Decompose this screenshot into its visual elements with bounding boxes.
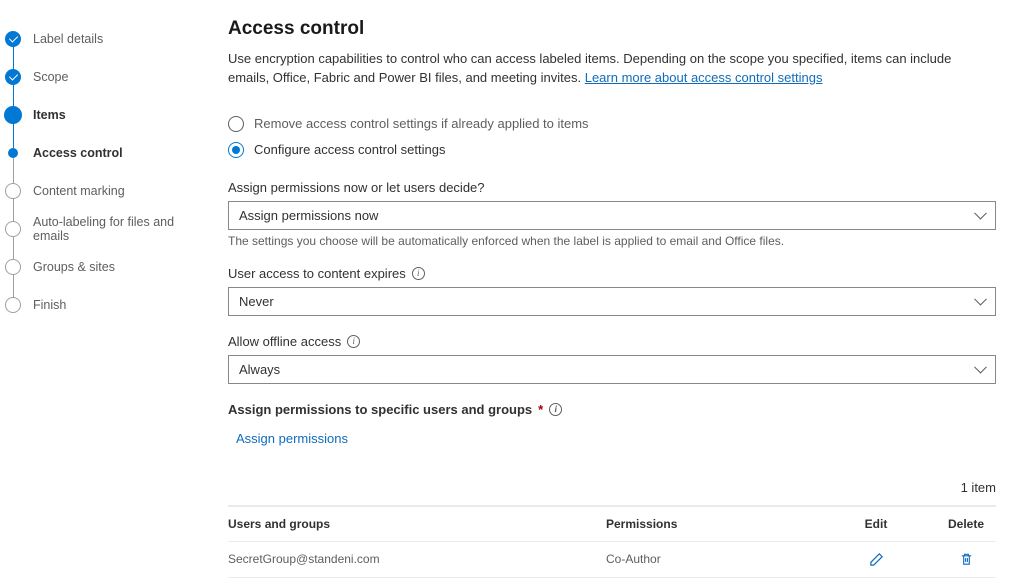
step-label: Items <box>33 108 66 122</box>
field-label: Assign permissions now or let users deci… <box>228 180 996 195</box>
step-label-details[interactable]: Label details <box>5 20 200 58</box>
info-icon[interactable]: i <box>549 403 562 416</box>
step-label: Label details <box>33 32 103 46</box>
checkmark-icon <box>5 69 21 85</box>
wizard-sidebar: Label details Scope Items Access control… <box>0 0 200 587</box>
item-count: 1 item <box>228 480 996 501</box>
main-content: Access control Use encryption capabiliti… <box>200 0 1024 587</box>
assign-permissions-label: Assign permissions to specific users and… <box>228 402 996 417</box>
permissions-table: Users and groups Permissions Edit Delete… <box>228 506 996 578</box>
step-items[interactable]: Items <box>5 96 200 134</box>
required-asterisk: * <box>538 402 543 417</box>
learn-more-link[interactable]: Learn more about access control settings <box>585 70 823 85</box>
radio-label: Configure access control settings <box>254 142 445 157</box>
cell-users: SecretGroup@standeni.com <box>228 552 606 566</box>
page-title: Access control <box>228 18 996 40</box>
table-row: SecretGroup@standeni.com Co-Author <box>228 542 996 578</box>
step-content-marking[interactable]: Content marking <box>5 172 200 210</box>
pending-step-icon <box>5 259 21 275</box>
radio-icon <box>228 116 244 132</box>
step-label: Groups & sites <box>33 260 115 274</box>
label-text: Assign permissions to specific users and… <box>228 402 532 417</box>
step-label: Scope <box>33 70 68 84</box>
pending-step-icon <box>5 221 21 237</box>
assign-mode-dropdown[interactable]: Assign permissions now <box>228 201 996 230</box>
pending-step-icon <box>5 183 21 199</box>
cell-permissions: Co-Author <box>606 552 816 566</box>
info-icon[interactable]: i <box>412 267 425 280</box>
field-label: User access to content expires i <box>228 266 996 281</box>
assign-permissions-mode: Assign permissions now or let users deci… <box>228 180 996 248</box>
user-access-expires: User access to content expires i Never <box>228 266 996 316</box>
current-step-icon <box>4 106 22 124</box>
helper-text: The settings you choose will be automati… <box>228 234 996 248</box>
label-text: Allow offline access <box>228 334 341 349</box>
step-scope[interactable]: Scope <box>5 58 200 96</box>
col-delete-header: Delete <box>936 517 996 531</box>
table-header: Users and groups Permissions Edit Delete <box>228 507 996 542</box>
edit-icon[interactable] <box>869 552 884 567</box>
assign-permissions-link[interactable]: Assign permissions <box>228 427 356 450</box>
checkmark-icon <box>5 31 21 47</box>
radio-remove-access[interactable]: Remove access control settings if alread… <box>228 116 996 132</box>
col-users-header: Users and groups <box>228 517 606 531</box>
pending-step-icon <box>5 297 21 313</box>
field-label: Allow offline access i <box>228 334 996 349</box>
label-text: User access to content expires <box>228 266 406 281</box>
current-substep-icon <box>8 148 18 158</box>
offline-dropdown[interactable]: Always <box>228 355 996 384</box>
radio-configure-access[interactable]: Configure access control settings <box>228 142 996 158</box>
cell-edit <box>816 552 936 567</box>
step-label: Finish <box>33 298 66 312</box>
access-control-mode-radios: Remove access control settings if alread… <box>228 116 996 158</box>
step-finish[interactable]: Finish <box>5 286 200 324</box>
cell-delete <box>936 552 996 567</box>
allow-offline-access: Allow offline access i Always <box>228 334 996 384</box>
radio-selected-icon <box>228 142 244 158</box>
step-label: Auto-labeling for files and emails <box>33 215 200 243</box>
col-edit-header: Edit <box>816 517 936 531</box>
step-groups-sites[interactable]: Groups & sites <box>5 248 200 286</box>
step-access-control[interactable]: Access control <box>5 134 200 172</box>
col-permissions-header: Permissions <box>606 517 816 531</box>
trash-icon[interactable] <box>959 552 974 567</box>
expires-dropdown[interactable]: Never <box>228 287 996 316</box>
step-auto-labeling[interactable]: Auto-labeling for files and emails <box>5 210 200 248</box>
step-label: Access control <box>33 146 123 160</box>
radio-label: Remove access control settings if alread… <box>254 116 589 131</box>
intro-text: Use encryption capabilities to control w… <box>228 50 996 88</box>
info-icon[interactable]: i <box>347 335 360 348</box>
assign-permissions-section: Assign permissions to specific users and… <box>228 402 996 578</box>
step-label: Content marking <box>33 184 125 198</box>
